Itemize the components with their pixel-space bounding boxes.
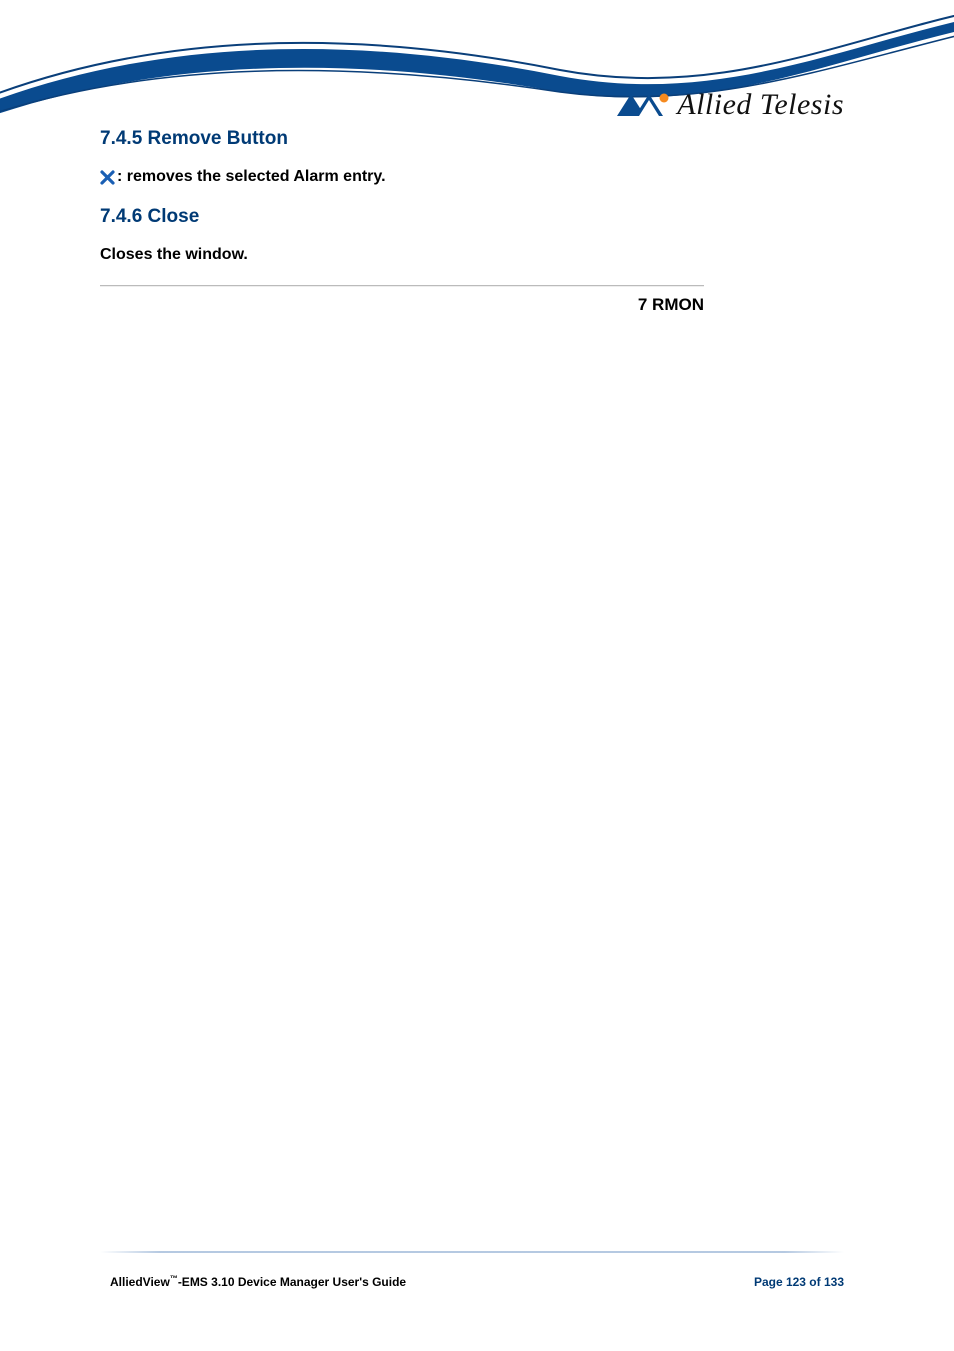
footer-product-suffix: -EMS 3.10 Device Manager User's Guide [178, 1275, 406, 1289]
close-description: Closes the window. [100, 244, 844, 266]
footer-page-number: Page 123 of 133 [754, 1275, 844, 1289]
remove-button-description: : removes the selected Alarm entry. [100, 166, 844, 188]
section-divider [100, 285, 704, 287]
header-banner: Allied Telesis [0, 0, 954, 140]
footer-tm: ™ [170, 1274, 178, 1283]
footer-product-title: AlliedView™-EMS 3.10 Device Manager User… [110, 1274, 406, 1289]
chapter-label: 7 RMON [100, 295, 704, 315]
page-footer: AlliedView™-EMS 3.10 Device Manager User… [110, 1274, 844, 1289]
page: Allied Telesis 7.4.5 Remove Button : rem… [0, 0, 954, 1351]
brand-name: Allied Telesis [677, 88, 844, 122]
brand-mark-icon [615, 92, 669, 118]
content-area: 7.4.5 Remove Button : removes the select… [100, 128, 844, 315]
remove-button-text: : removes the selected Alarm entry. [117, 166, 386, 188]
footer-product-prefix: AlliedView [110, 1275, 170, 1289]
heading-7-4-5: 7.4.5 Remove Button [100, 128, 844, 150]
heading-7-4-6: 7.4.6 Close [100, 206, 844, 228]
brand-logo: Allied Telesis [615, 88, 844, 122]
remove-x-icon [100, 170, 115, 185]
footer-divider [100, 1251, 844, 1253]
